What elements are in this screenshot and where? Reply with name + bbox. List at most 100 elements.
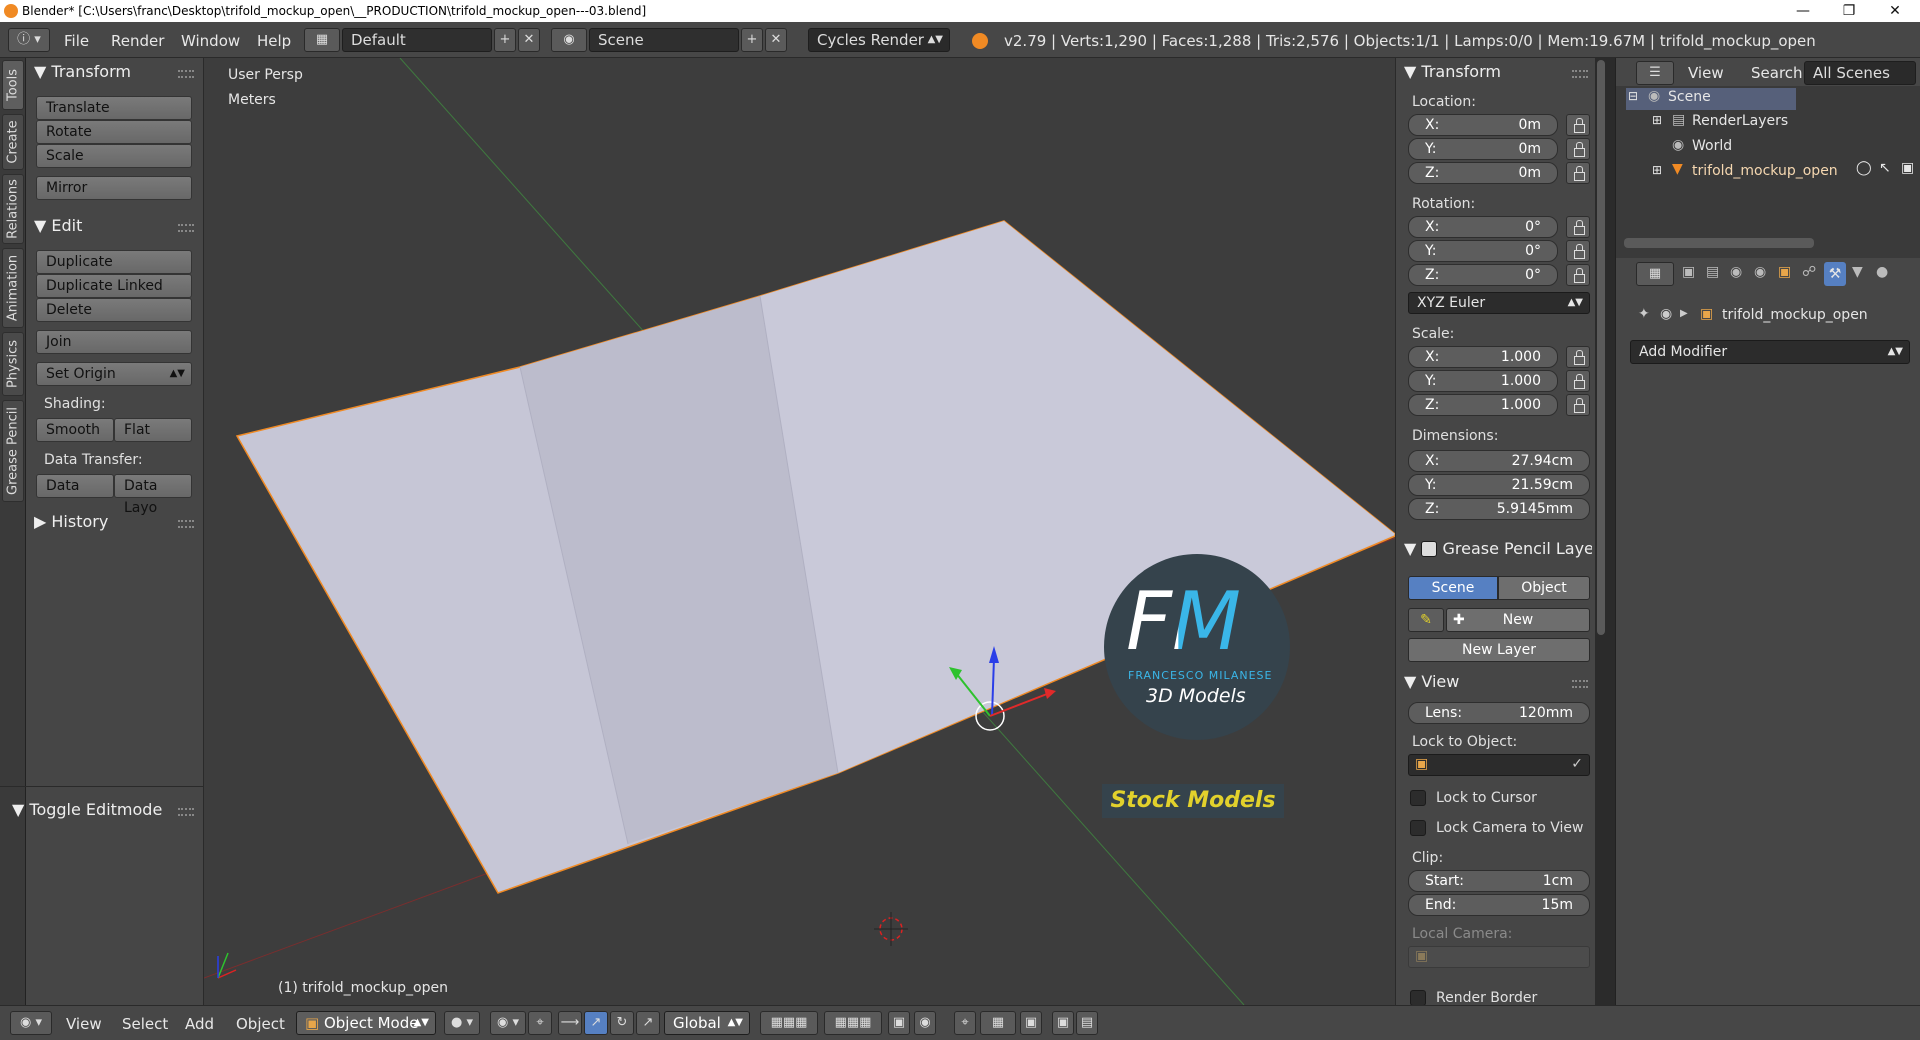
outliner-menu-view[interactable]: View: [1688, 64, 1724, 82]
scene-icon[interactable]: ◉: [551, 28, 587, 52]
rotate-manipulator-icon[interactable]: ↻: [610, 1011, 634, 1035]
new-layer-button[interactable]: New Layer: [1408, 638, 1590, 662]
viewport-canvas[interactable]: [204, 58, 1395, 1005]
drag-handle-icon[interactable]: [1572, 70, 1588, 78]
tab-grease-pencil[interactable]: Grease Pencil: [2, 400, 24, 502]
maximize-icon[interactable]: ❐: [1826, 0, 1872, 22]
add-scene-icon[interactable]: +: [741, 28, 763, 52]
menu-help[interactable]: Help: [257, 32, 291, 50]
close-icon[interactable]: ✕: [1872, 0, 1918, 22]
proportional-editing-icon[interactable]: ◉: [914, 1011, 936, 1035]
outliner-item-trifold[interactable]: trifold_mockup_open: [1692, 163, 1838, 179]
rotation-x-field[interactable]: X: 0°: [1408, 216, 1558, 238]
translate-button[interactable]: Translate: [36, 96, 192, 120]
scale-y-field[interactable]: Y: 1.000: [1408, 370, 1558, 392]
tab-relations[interactable]: Relations: [2, 174, 24, 244]
render-border-checkbox[interactable]: [1410, 990, 1426, 1006]
layers-grid-icon[interactable]: ▦▦▦: [824, 1011, 882, 1035]
3d-viewport[interactable]: User Persp Meters (1) trifold_mockup_ope…: [204, 58, 1395, 1005]
drag-handle-icon[interactable]: [178, 70, 194, 78]
pin-icon[interactable]: ✦: [1638, 306, 1650, 322]
toggle-editmode-panel-header[interactable]: ▼ Toggle Editmode: [12, 800, 162, 819]
menu-select[interactable]: Select: [122, 1015, 168, 1033]
lock-camera-checkbox[interactable]: [1410, 820, 1426, 836]
layers-grid-icon[interactable]: ▦▦▦: [760, 1011, 818, 1035]
snap-element-icon[interactable]: ▦: [980, 1011, 1016, 1035]
data-button[interactable]: Data: [36, 474, 114, 498]
dimension-y-field[interactable]: Y: 21.59cm: [1408, 474, 1590, 496]
viewport-shading-icon[interactable]: ● ▾: [444, 1011, 480, 1035]
material-tab-icon[interactable]: ●: [1876, 264, 1888, 280]
snap-toggle-icon[interactable]: ⌖: [954, 1011, 976, 1035]
outliner-filter-select[interactable]: All Scenes: [1804, 61, 1916, 85]
modifiers-wrench-icon[interactable]: ⚒: [1824, 262, 1846, 286]
data-layout-button[interactable]: Data Layo: [114, 474, 192, 516]
world-tab-icon[interactable]: ◉: [1754, 264, 1766, 280]
tab-scene[interactable]: Scene: [1408, 576, 1498, 600]
lock-icon[interactable]: [1566, 346, 1590, 368]
rotation-y-field[interactable]: Y: 0°: [1408, 240, 1558, 262]
history-panel-header[interactable]: ▶ History: [34, 512, 108, 531]
screen-layout-icon[interactable]: ▦: [304, 28, 340, 52]
menu-window[interactable]: Window: [181, 32, 240, 50]
data-tab-icon[interactable]: ▼: [1852, 264, 1863, 280]
transform-panel-header[interactable]: ▼ Transform: [1404, 62, 1501, 81]
render-engine-select[interactable]: Cycles Render ▲▼: [808, 28, 950, 52]
editor-type-3dview-icon[interactable]: ◉ ▾: [10, 1011, 52, 1035]
lock-icon[interactable]: [1566, 370, 1590, 392]
clip-start-field[interactable]: Start: 1cm: [1408, 870, 1590, 892]
screen-layout-field[interactable]: Default: [342, 28, 492, 52]
delete-button[interactable]: Delete: [36, 298, 192, 322]
location-z-field[interactable]: Z: 0m: [1408, 162, 1558, 184]
opengl-render-image-icon[interactable]: ▣: [1052, 1011, 1074, 1035]
pencil-icon[interactable]: ✎: [1408, 608, 1444, 632]
pivot-point-icon[interactable]: ◉ ▾: [490, 1011, 526, 1035]
view-panel-header[interactable]: ▼ View: [1404, 672, 1459, 691]
scale-x-field[interactable]: X: 1.000: [1408, 346, 1558, 368]
tab-tools[interactable]: Tools: [2, 60, 24, 110]
render-layers-tab-icon[interactable]: ▤: [1706, 264, 1719, 280]
edit-panel-header[interactable]: ▼ Edit: [34, 216, 82, 235]
layer-lock-icon[interactable]: ▣: [888, 1011, 910, 1035]
dimension-z-field[interactable]: Z: 5.9145mm: [1408, 498, 1590, 520]
tab-object[interactable]: Object: [1498, 576, 1590, 600]
outliner-item-renderlayers[interactable]: RenderLayers: [1692, 113, 1788, 129]
editor-type-info-icon[interactable]: ⓘ ▾: [8, 28, 50, 52]
object-tab-icon[interactable]: ▣: [1778, 264, 1791, 280]
remove-scene-icon[interactable]: ✕: [765, 28, 787, 52]
lock-to-cursor-checkbox[interactable]: [1410, 790, 1426, 806]
cursor-select-icon[interactable]: ↖: [1879, 160, 1891, 176]
opengl-render-animation-icon[interactable]: ▤: [1076, 1011, 1098, 1035]
set-origin-select[interactable]: Set Origin ▲▼: [36, 362, 192, 386]
smooth-button[interactable]: Smooth: [36, 418, 114, 442]
lock-icon[interactable]: [1566, 162, 1590, 184]
npanel-scrollbar[interactable]: [1597, 60, 1605, 635]
duplicate-button[interactable]: Duplicate: [36, 250, 192, 274]
rotation-mode-select[interactable]: XYZ Euler ▲▼: [1408, 292, 1590, 314]
eye-icon[interactable]: ◯: [1856, 160, 1872, 176]
remove-layout-icon[interactable]: ✕: [518, 28, 540, 52]
render-tab-icon[interactable]: ▣: [1682, 264, 1695, 280]
drag-handle-icon[interactable]: [178, 224, 194, 232]
outliner-item-scene[interactable]: Scene: [1668, 89, 1711, 105]
drag-handle-icon[interactable]: [178, 808, 194, 816]
scene-field[interactable]: Scene: [589, 28, 739, 52]
manipulator-toggle-icon[interactable]: ⌖: [528, 1011, 552, 1035]
outliner-menu-search[interactable]: Search: [1751, 64, 1803, 82]
new-grease-pencil-button[interactable]: ✚ New: [1446, 608, 1590, 632]
grease-pencil-checkbox[interactable]: [1421, 541, 1438, 557]
drag-handle-icon[interactable]: [178, 520, 194, 528]
lock-icon[interactable]: [1566, 138, 1590, 160]
lock-icon[interactable]: [1566, 216, 1590, 238]
tab-animation[interactable]: Animation: [2, 248, 24, 328]
interaction-mode-select[interactable]: ▣ Object Mode ▲▼: [296, 1011, 436, 1035]
translate-manipulator-icon[interactable]: ⟶: [558, 1011, 582, 1035]
transform-orientation-select[interactable]: Global ▲▼: [664, 1011, 750, 1035]
collapse-icon[interactable]: ⊟: [1628, 89, 1638, 103]
menu-add[interactable]: Add: [185, 1015, 214, 1033]
outliner-scrollbar[interactable]: [1624, 238, 1814, 248]
add-modifier-select[interactable]: Add Modifier ▲▼: [1630, 340, 1910, 364]
lock-icon[interactable]: [1566, 394, 1590, 416]
scale-z-field[interactable]: Z: 1.000: [1408, 394, 1558, 416]
flat-button[interactable]: Flat: [114, 418, 192, 442]
